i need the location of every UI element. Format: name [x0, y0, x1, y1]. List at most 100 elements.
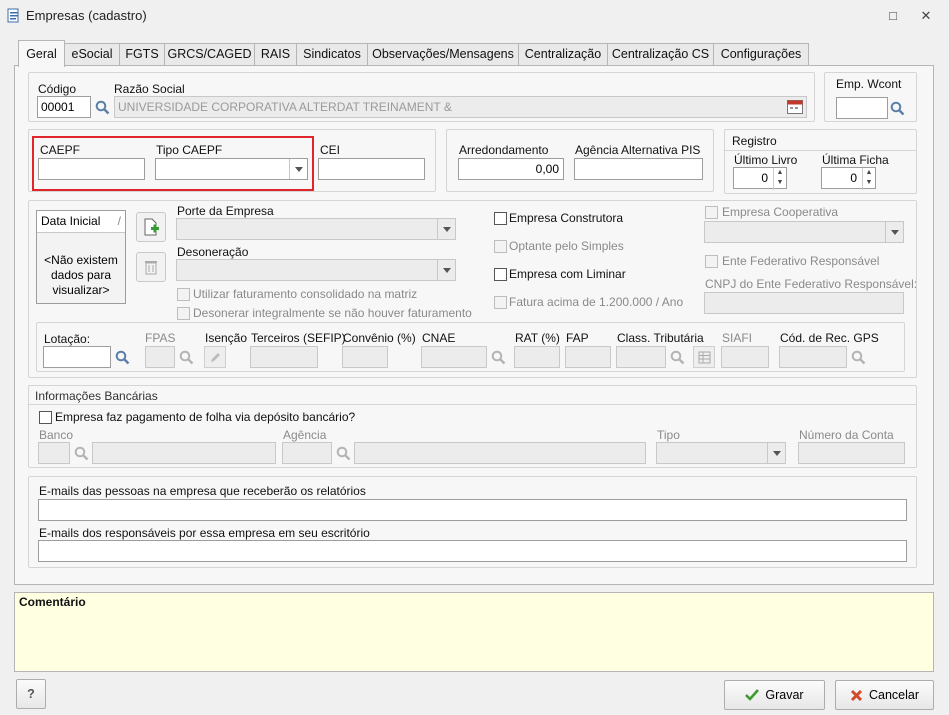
search-icon[interactable]: [175, 346, 197, 368]
agencia-code-field[interactable]: [282, 442, 332, 464]
cancelar-button[interactable]: Cancelar: [835, 680, 934, 710]
ente-checkbox[interactable]: [705, 255, 718, 268]
class-trib-field[interactable]: [616, 346, 666, 368]
spinner-icon[interactable]: ▲ ▼: [773, 168, 786, 190]
isencao-label: Isenção: [205, 331, 248, 345]
cnpj-ente-field[interactable]: [704, 292, 904, 314]
liminar-checkbox[interactable]: [494, 268, 507, 281]
data-inicial-header[interactable]: Data Inicial: [41, 214, 100, 229]
codigo-field[interactable]: 00001: [37, 96, 91, 118]
tab-esocial[interactable]: eSocial: [64, 43, 120, 66]
search-icon[interactable]: [487, 346, 509, 368]
chevron-down-icon[interactable]: [885, 222, 903, 242]
data-inicial-grid[interactable]: Data Inicial / <Não existem dados para v…: [36, 210, 126, 304]
search-icon[interactable]: [70, 442, 92, 464]
fatura-checkbox[interactable]: [494, 296, 507, 309]
search-icon[interactable]: [332, 442, 354, 464]
tipo-caepf-label: Tipo CAEPF: [156, 143, 223, 157]
emp-wcont-field[interactable]: [836, 97, 888, 119]
tab-grcs-caged[interactable]: GRCS/CAGED: [164, 43, 255, 66]
search-icon[interactable]: [666, 346, 688, 368]
cnae-field[interactable]: [421, 346, 487, 368]
chevron-down-icon[interactable]: [437, 219, 455, 239]
lotacao-field[interactable]: [43, 346, 111, 368]
rat-field[interactable]: [514, 346, 560, 368]
tipo-conta-label: Tipo: [657, 428, 680, 442]
restore-icon[interactable]: □: [883, 6, 903, 26]
construtora-checkbox[interactable]: [494, 212, 507, 225]
gravar-button[interactable]: Gravar: [724, 680, 825, 710]
search-icon[interactable]: [847, 346, 869, 368]
tab-fgts[interactable]: FGTS: [119, 43, 165, 66]
spinner-icon[interactable]: ▲ ▼: [862, 168, 875, 190]
lotacao-label: Lotação:: [44, 332, 91, 346]
emails-responsaveis-field[interactable]: [38, 540, 907, 562]
banco-name-field[interactable]: [92, 442, 276, 464]
caepf-field[interactable]: [38, 158, 145, 180]
faturamento-checkbox[interactable]: [177, 288, 190, 301]
desonerar-checkbox[interactable]: [177, 307, 190, 320]
search-icon[interactable]: [886, 97, 908, 119]
banco-code-field[interactable]: [38, 442, 70, 464]
fap-field[interactable]: [565, 346, 611, 368]
fpas-field[interactable]: [145, 346, 175, 368]
cnae-label: CNAE: [422, 331, 456, 345]
agencia-pis-field[interactable]: [574, 158, 703, 180]
add-document-icon[interactable]: [136, 212, 166, 242]
table-icon[interactable]: [693, 346, 715, 368]
search-icon[interactable]: [111, 346, 133, 368]
help-button[interactable]: ?: [16, 679, 46, 709]
desoneracao-label: Desoneração: [177, 245, 249, 259]
terceiros-field[interactable]: [250, 346, 318, 368]
tab-centralizacao[interactable]: Centralização: [518, 43, 608, 66]
emails-relatorios-field[interactable]: [38, 499, 907, 521]
razao-social-field[interactable]: UNIVERSIDADE CORPORATIVA ALTERDAT TREINA…: [114, 96, 807, 118]
tab-configuracoes[interactable]: Configurações: [713, 43, 809, 66]
desonerar-label: Desonerar integralmente se não houver fa…: [193, 306, 472, 320]
cod-rec-gps-field[interactable]: [779, 346, 847, 368]
cooperativa-checkbox[interactable]: [705, 206, 718, 219]
pagamento-label: Empresa faz pagamento de folha via depós…: [55, 410, 356, 424]
chevron-down-icon[interactable]: [289, 159, 307, 179]
terceiros-label: Terceiros (SEFIP): [251, 331, 346, 345]
pagamento-checkbox[interactable]: [39, 411, 52, 424]
razao-social-label: Razão Social: [114, 82, 185, 96]
close-icon: [850, 689, 863, 701]
tab-geral[interactable]: Geral: [18, 40, 65, 67]
divider: [29, 404, 916, 405]
ultima-ficha-field[interactable]: 0 ▲ ▼: [821, 167, 876, 190]
comentario-label: Comentário: [19, 595, 86, 609]
cei-label: CEI: [320, 143, 341, 157]
porte-select[interactable]: [176, 218, 456, 240]
comentario-area[interactable]: [14, 592, 934, 672]
calendar-icon[interactable]: [787, 100, 803, 114]
desoneracao-select[interactable]: [176, 259, 456, 281]
tab-sindicatos[interactable]: Sindicatos: [296, 43, 368, 66]
numero-conta-field[interactable]: [798, 442, 905, 464]
search-icon[interactable]: [91, 96, 113, 118]
tab-rais[interactable]: RAIS: [254, 43, 297, 66]
agencia-name-field[interactable]: [354, 442, 646, 464]
sort-glyph: /: [117, 214, 121, 228]
porte-label: Porte da Empresa: [177, 204, 274, 218]
convenio-field[interactable]: [342, 346, 388, 368]
tipo-caepf-select[interactable]: [155, 158, 308, 180]
agencia-pis-label: Agência Alternativa PIS: [575, 143, 701, 157]
cnpj-ente-label: CNPJ do Ente Federativo Responsável:: [705, 277, 918, 291]
siafi-field[interactable]: [721, 346, 769, 368]
chevron-down-icon[interactable]: [437, 260, 455, 280]
arredondamento-field[interactable]: 0,00: [458, 158, 564, 180]
fpas-label: FPAS: [145, 331, 176, 345]
ultimo-livro-field[interactable]: 0 ▲ ▼: [733, 167, 787, 190]
tipo-conta-select[interactable]: [656, 442, 786, 464]
simples-checkbox[interactable]: [494, 240, 507, 253]
tab-observacoes[interactable]: Observações/Mensagens: [367, 43, 519, 66]
isencao-edit-icon[interactable]: [204, 346, 226, 368]
chevron-down-icon[interactable]: [767, 443, 785, 463]
close-icon[interactable]: ✕: [916, 6, 936, 26]
caepf-label: CAEPF: [40, 143, 81, 157]
cooperativa-select[interactable]: [704, 221, 904, 243]
tab-centralizacao-cs[interactable]: Centralização CS: [607, 43, 714, 66]
trash-icon[interactable]: [136, 252, 166, 282]
cei-field[interactable]: [318, 158, 425, 180]
